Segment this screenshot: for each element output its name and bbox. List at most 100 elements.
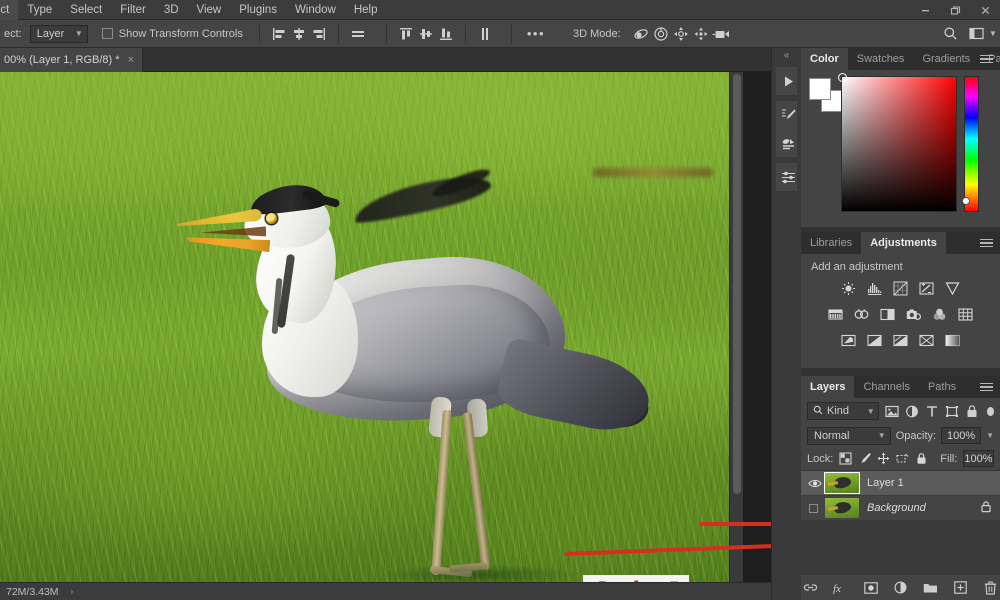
lock-position-icon[interactable] bbox=[877, 451, 890, 467]
camera-3d-icon[interactable] bbox=[711, 24, 731, 44]
layer-style-fx-icon[interactable]: fx bbox=[833, 580, 849, 596]
saturation-brightness-field[interactable] bbox=[838, 73, 957, 212]
distribute-vertically-icon[interactable] bbox=[475, 24, 495, 44]
opacity-value-field[interactable]: 100% bbox=[941, 427, 982, 444]
blend-mode-select[interactable]: Normal ▼ bbox=[807, 426, 891, 445]
align-top-edges-icon[interactable] bbox=[396, 24, 416, 44]
lock-artboard-icon[interactable] bbox=[896, 451, 909, 467]
tab-channels[interactable]: Channels bbox=[854, 376, 918, 398]
new-adjustment-layer-icon[interactable] bbox=[893, 580, 909, 596]
filter-kind-select[interactable]: Kind ▼ bbox=[807, 402, 879, 420]
photo-filter-icon[interactable] bbox=[905, 306, 922, 323]
panel-menu-icon-adjustments[interactable] bbox=[977, 232, 996, 254]
tab-layers[interactable]: Layers bbox=[801, 376, 855, 398]
gradient-map-icon[interactable] bbox=[918, 332, 935, 349]
close-button[interactable] bbox=[970, 0, 1000, 20]
tab-gradients[interactable]: Gradients bbox=[913, 48, 979, 70]
panel-menu-icon-layers[interactable] bbox=[977, 376, 996, 398]
posterize-icon[interactable] bbox=[866, 332, 883, 349]
more-options-button[interactable]: ••• bbox=[521, 26, 551, 41]
new-layer-icon[interactable] bbox=[953, 580, 969, 596]
vibrance-icon[interactable] bbox=[944, 280, 961, 297]
restore-button[interactable] bbox=[940, 0, 970, 20]
layer-scope-select[interactable]: Layer ▼ bbox=[29, 24, 88, 43]
chevron-down-icon-opacity[interactable]: ▼ bbox=[986, 431, 994, 440]
workspace-chevron-down-icon[interactable]: ▼ bbox=[986, 24, 1000, 44]
hue-slider-thumb[interactable] bbox=[962, 197, 970, 205]
brush-icon[interactable] bbox=[776, 101, 800, 129]
add-layer-mask-icon[interactable] bbox=[863, 580, 879, 596]
align-vertical-centers-icon[interactable] bbox=[416, 24, 436, 44]
layer-thumbnail[interactable] bbox=[824, 472, 860, 494]
menu-item-view[interactable]: View bbox=[188, 0, 231, 20]
align-left-edges-icon[interactable] bbox=[269, 24, 289, 44]
table-row[interactable]: Background bbox=[801, 496, 1000, 521]
menu-item-type[interactable]: Type bbox=[18, 0, 61, 20]
color-field-cursor[interactable] bbox=[838, 73, 847, 82]
menu-item-select[interactable]: Select bbox=[61, 0, 111, 20]
orbit-3d-icon[interactable] bbox=[631, 24, 651, 44]
collapse-panels-icon[interactable]: « bbox=[772, 48, 801, 62]
layer-visibility-toggle[interactable] bbox=[805, 503, 825, 514]
show-transform-controls-checkbox[interactable]: Show Transform Controls bbox=[101, 28, 243, 40]
minimize-button[interactable] bbox=[910, 0, 940, 20]
threshold-icon[interactable] bbox=[892, 332, 909, 349]
tab-adjustments[interactable]: Adjustments bbox=[861, 232, 946, 254]
tab-color[interactable]: Color bbox=[801, 48, 848, 70]
lock-image-pixels-icon[interactable] bbox=[858, 451, 872, 467]
curves-icon[interactable] bbox=[892, 280, 909, 297]
tab-swatches[interactable]: Swatches bbox=[848, 48, 914, 70]
foreground-color-swatch[interactable] bbox=[809, 78, 831, 100]
menu-item-window[interactable]: Window bbox=[286, 0, 345, 20]
filter-shape-icon[interactable] bbox=[945, 402, 959, 420]
invert-icon[interactable] bbox=[840, 332, 857, 349]
menu-item-filter[interactable]: Filter bbox=[111, 0, 155, 20]
filter-pixel-icon[interactable] bbox=[885, 402, 899, 420]
menu-item-edit[interactable]: ect bbox=[0, 0, 19, 20]
delete-layer-icon[interactable] bbox=[983, 580, 999, 596]
close-icon[interactable]: × bbox=[128, 54, 134, 66]
hue-saturation-icon[interactable] bbox=[827, 306, 844, 323]
search-icon[interactable] bbox=[940, 24, 960, 44]
table-row[interactable]: Layer 1 bbox=[801, 471, 1000, 496]
align-bottom-edges-icon[interactable] bbox=[436, 24, 456, 44]
fill-value-field[interactable]: 100% bbox=[963, 450, 994, 467]
menu-item-help[interactable]: Help bbox=[345, 0, 387, 20]
tab-paths[interactable]: Paths bbox=[919, 376, 965, 398]
black-white-icon[interactable] bbox=[879, 306, 896, 323]
filter-type-icon[interactable] bbox=[925, 402, 939, 420]
align-right-edges-icon[interactable] bbox=[309, 24, 329, 44]
brightness-contrast-icon[interactable] bbox=[840, 280, 857, 297]
filter-smart-object-icon[interactable] bbox=[965, 402, 979, 420]
hue-slider[interactable] bbox=[962, 76, 979, 212]
play-triangle-icon[interactable] bbox=[776, 67, 800, 95]
menu-item-plugins[interactable]: Plugins bbox=[230, 0, 286, 20]
layer-name[interactable]: Layer 1 bbox=[867, 477, 992, 489]
scrollbar-thumb[interactable] bbox=[733, 74, 741, 494]
distribute-horizontally-icon[interactable] bbox=[348, 24, 368, 44]
roll-3d-icon[interactable] bbox=[651, 24, 671, 44]
color-balance-icon[interactable] bbox=[853, 306, 870, 323]
menu-item-3d[interactable]: 3D bbox=[155, 0, 188, 20]
color-lookup-icon[interactable] bbox=[957, 306, 974, 323]
workspace-switcher-icon[interactable] bbox=[966, 24, 986, 44]
layer-thumbnail[interactable] bbox=[825, 498, 859, 518]
status-chevron-icon[interactable]: › bbox=[71, 587, 74, 596]
lock-all-icon[interactable] bbox=[915, 451, 928, 467]
link-layers-icon[interactable] bbox=[803, 580, 819, 596]
clone-stamp-icon[interactable] bbox=[776, 129, 800, 157]
layer-name[interactable]: Background bbox=[867, 502, 980, 514]
tab-libraries[interactable]: Libraries bbox=[801, 232, 861, 254]
filter-enable-toggle[interactable] bbox=[986, 406, 994, 416]
selective-color-icon[interactable] bbox=[944, 332, 961, 349]
exposure-icon[interactable] bbox=[918, 280, 935, 297]
filter-adjustment-icon[interactable] bbox=[905, 402, 919, 420]
image-canvas[interactable] bbox=[0, 72, 743, 584]
align-horizontal-centers-icon[interactable] bbox=[289, 24, 309, 44]
lock-transparent-pixels-icon[interactable] bbox=[839, 451, 852, 467]
layer-visibility-toggle[interactable] bbox=[805, 478, 825, 489]
pan-3d-icon[interactable] bbox=[671, 24, 691, 44]
sliders-icon[interactable] bbox=[776, 163, 800, 191]
document-tab[interactable]: 00% (Layer 1, RGB/8) * × bbox=[0, 48, 143, 72]
canvas-vertical-scrollbar[interactable] bbox=[729, 72, 743, 584]
